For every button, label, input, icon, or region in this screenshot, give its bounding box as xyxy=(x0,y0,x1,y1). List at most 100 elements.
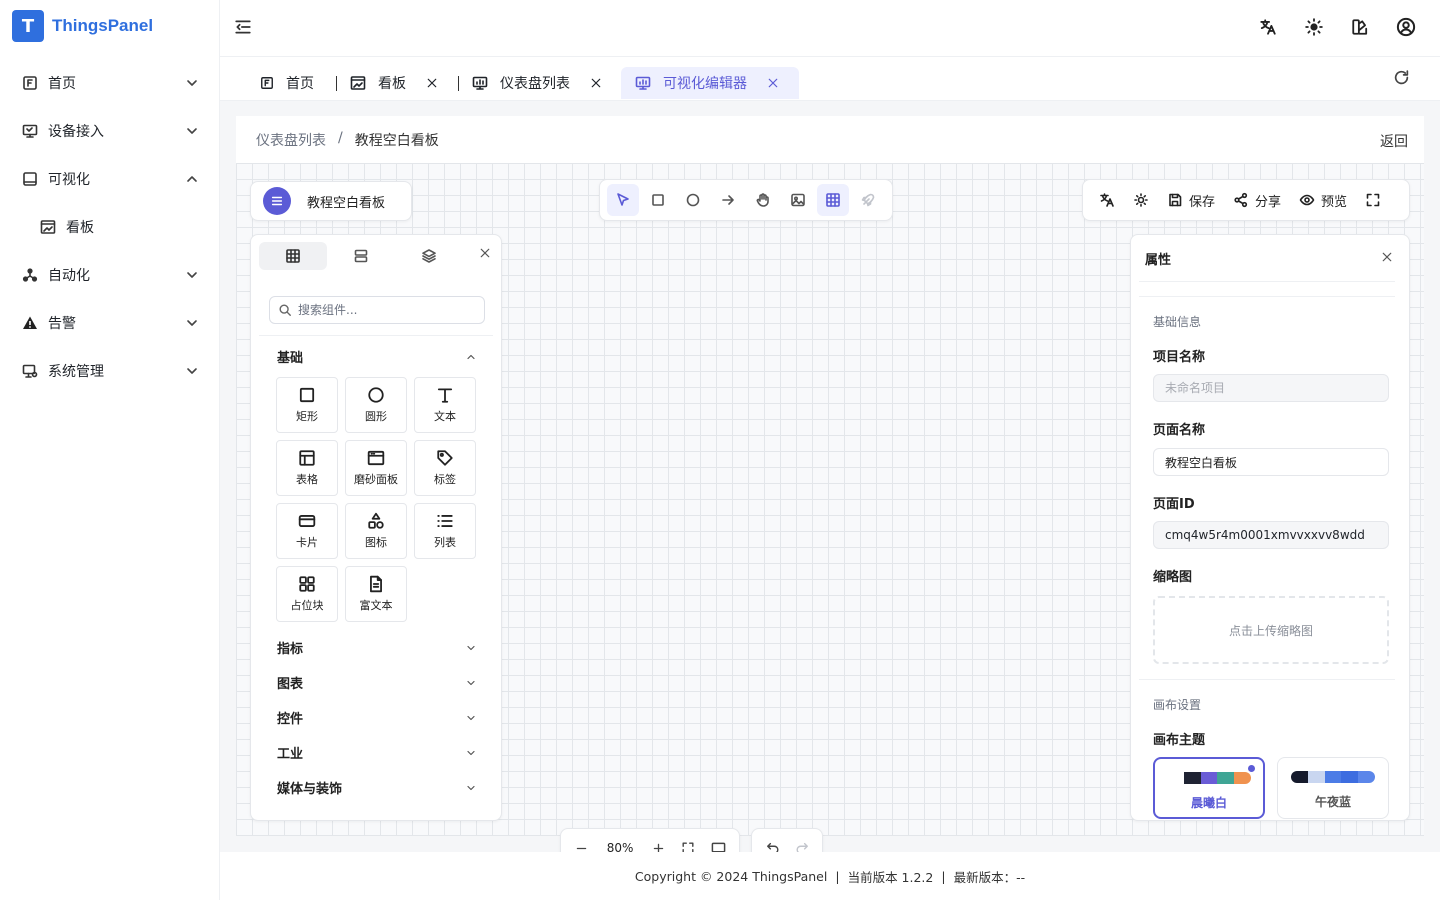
pan-tool-button[interactable] xyxy=(747,184,779,216)
component-text[interactable]: 文本 xyxy=(414,377,476,433)
sidebar-item-visualization[interactable]: 可视化 xyxy=(0,155,220,203)
tab-pages[interactable] xyxy=(327,242,395,270)
theme-toggle-button[interactable] xyxy=(1127,185,1155,215)
sun-icon[interactable] xyxy=(1304,16,1324,38)
chevron-down-icon xyxy=(184,363,200,379)
chevron-down-icon xyxy=(465,642,477,654)
chevron-down-icon xyxy=(465,677,477,689)
save-button[interactable]: 保存 xyxy=(1161,185,1221,215)
chevron-up-icon xyxy=(184,171,200,187)
project-name-input[interactable] xyxy=(1165,381,1377,395)
page-name-input[interactable] xyxy=(1165,455,1377,469)
component-circle[interactable]: 圆形 xyxy=(345,377,407,433)
circle-tool-button[interactable] xyxy=(677,184,709,216)
component-table[interactable]: 表格 xyxy=(276,440,338,496)
project-name-field[interactable] xyxy=(1153,374,1389,402)
tab-home[interactable]: 首页 xyxy=(250,67,324,99)
tab-dashboard-list[interactable]: 仪表盘列表 xyxy=(458,67,612,99)
preview-button[interactable]: 预览 xyxy=(1293,185,1353,215)
component-frosted-panel[interactable]: 磨砂面板 xyxy=(345,440,407,496)
tab-visual-editor[interactable]: 可视化编辑器 xyxy=(621,67,799,99)
component-tag[interactable]: 标签 xyxy=(414,440,476,496)
component-search xyxy=(269,296,485,324)
component-card[interactable]: 卡片 xyxy=(276,503,338,559)
section-industrial[interactable]: 工业 xyxy=(277,743,477,762)
tab-separator xyxy=(458,76,459,91)
user-avatar-icon[interactable] xyxy=(1396,16,1416,38)
language-button[interactable] xyxy=(1093,185,1121,215)
editor-canvas[interactable]: 教程空白看板 保存 分享 预览 搜索组件... 基础 矩形 圆形 文本 表格 磨… xyxy=(236,163,1424,868)
circle-icon xyxy=(686,193,700,207)
page-name-label: 页面名称 xyxy=(1153,423,1206,438)
component-rectangle[interactable]: 矩形 xyxy=(276,377,338,433)
launch-button[interactable] xyxy=(852,184,884,216)
component-label: 卡片 xyxy=(296,536,318,549)
translate-icon[interactable] xyxy=(1258,16,1278,38)
tab-separator xyxy=(336,76,337,91)
section-charts[interactable]: 图表 xyxy=(277,673,477,692)
select-tool-button[interactable] xyxy=(607,184,639,216)
section-controls[interactable]: 控件 xyxy=(277,708,477,727)
thumbnail-upload[interactable]: 点击上传缩略图 xyxy=(1153,596,1389,664)
tab-layers[interactable] xyxy=(395,242,463,270)
sidebar-item-alarm[interactable]: 告警 xyxy=(0,299,220,347)
rectangle-tool-button[interactable] xyxy=(642,184,674,216)
close-icon[interactable] xyxy=(1381,251,1393,263)
thumbnail-label: 缩略图 xyxy=(1153,570,1193,585)
theme-option-morning-white[interactable]: 晨曦白 xyxy=(1153,757,1265,819)
tab-components[interactable] xyxy=(259,242,327,270)
section-media-decoration[interactable]: 媒体与装饰 xyxy=(277,778,477,797)
share-button[interactable]: 分享 xyxy=(1227,185,1287,215)
breadcrumb-current: 教程空白看板 xyxy=(354,133,439,149)
save-icon xyxy=(1169,193,1182,207)
share-label: 分享 xyxy=(1255,194,1282,210)
close-icon[interactable] xyxy=(590,77,602,89)
fullscreen-button[interactable] xyxy=(1359,185,1387,215)
theme-option-midnight-blue[interactable]: 午夜蓝 xyxy=(1277,757,1389,819)
card-icon xyxy=(298,515,316,527)
app-logo[interactable]: T ThingsPanel xyxy=(12,10,153,42)
monitor-icon xyxy=(20,123,40,139)
tab-dashboard[interactable]: 看板 xyxy=(336,67,448,99)
collapse-sidebar-icon[interactable] xyxy=(234,18,252,36)
chevron-down-icon xyxy=(465,782,477,794)
page-id-field: cmq4w5r4m0001xmvvxxvv8wdd xyxy=(1153,521,1389,549)
translate-icon xyxy=(1100,193,1114,207)
component-panel-tabs xyxy=(259,242,493,270)
component-icon[interactable]: 图标 xyxy=(345,503,407,559)
page-name-field[interactable] xyxy=(1153,448,1389,476)
back-button[interactable]: 返回 xyxy=(1380,131,1408,151)
close-icon[interactable] xyxy=(767,77,779,89)
sidebar-item-device-access[interactable]: 设备接入 xyxy=(0,107,220,155)
search-input[interactable] xyxy=(298,303,468,317)
square-icon xyxy=(652,194,664,206)
grid-toggle-button[interactable] xyxy=(817,184,849,216)
image-icon xyxy=(791,193,805,207)
arrow-tool-button[interactable] xyxy=(712,184,744,216)
component-list[interactable]: 列表 xyxy=(414,503,476,559)
component-rich-text[interactable]: 富文本 xyxy=(345,566,407,622)
section-basic[interactable]: 基础 xyxy=(277,347,477,366)
refresh-icon[interactable] xyxy=(1393,69,1410,86)
sidebar-item-dashboard[interactable]: 看板 xyxy=(0,203,220,251)
component-placeholder[interactable]: 占位块 xyxy=(276,566,338,622)
section-metrics[interactable]: 指标 xyxy=(277,638,477,657)
component-label: 磨砂面板 xyxy=(354,473,398,486)
breadcrumb-dashboard-list[interactable]: 仪表盘列表 xyxy=(256,130,326,150)
sidebar-item-system-management[interactable]: 系统管理 xyxy=(0,347,220,395)
rows-icon xyxy=(354,249,368,263)
main-content: 仪表盘列表 / 教程空白看板 返回 教程空白看板 保存 分享 预览 搜索组件..… xyxy=(236,116,1424,868)
sidebar-item-home[interactable]: 首页 xyxy=(0,59,220,107)
presentation-icon xyxy=(472,75,488,91)
section-label: 指标 xyxy=(277,642,304,657)
image-tool-button[interactable] xyxy=(782,184,814,216)
sidebar-item-label: 首页 xyxy=(48,76,76,92)
sidebar-item-label: 告警 xyxy=(48,316,76,332)
theme-swatch xyxy=(1291,771,1375,783)
theme-swatch xyxy=(1167,772,1251,784)
sidebar-item-automation[interactable]: 自动化 xyxy=(0,251,220,299)
close-icon[interactable] xyxy=(479,247,491,259)
theme-palette-icon[interactable] xyxy=(1350,16,1370,38)
close-icon[interactable] xyxy=(426,77,438,89)
menu-button[interactable] xyxy=(263,187,291,215)
